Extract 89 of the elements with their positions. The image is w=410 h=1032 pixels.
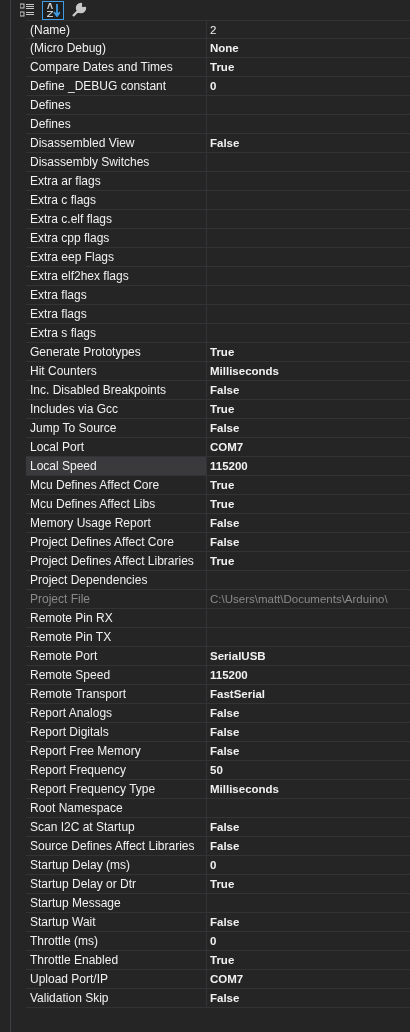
sort-az-icon — [46, 3, 60, 17]
property-value[interactable]: True — [207, 951, 410, 969]
property-name[interactable]: Extra elf2hex flags — [26, 267, 207, 285]
property-value[interactable]: False — [207, 913, 410, 931]
property-value[interactable]: COM7 — [207, 438, 410, 456]
property-value[interactable]: False — [207, 704, 410, 722]
property-value[interactable]: True — [207, 552, 410, 570]
property-name[interactable]: Extra c flags — [26, 191, 207, 209]
property-name[interactable]: Throttle (ms) — [26, 932, 207, 950]
property-value[interactable]: False — [207, 514, 410, 532]
property-value[interactable]: False — [207, 742, 410, 760]
property-value[interactable]: False — [207, 723, 410, 741]
property-name[interactable]: Extra ar flags — [26, 172, 207, 190]
property-value[interactable]: 0 — [207, 856, 410, 874]
property-name[interactable]: Mcu Defines Affect Core — [26, 476, 207, 494]
property-name[interactable]: Startup Delay or Dtr — [26, 875, 207, 893]
property-name[interactable]: Scan I2C at Startup — [26, 818, 207, 836]
property-name[interactable]: Defines — [26, 115, 207, 133]
property-name[interactable]: Throttle Enabled — [26, 951, 207, 969]
property-name[interactable]: Report Free Memory — [26, 742, 207, 760]
property-name[interactable]: Upload Port/IP — [26, 970, 207, 988]
property-value[interactable]: False — [207, 989, 410, 1007]
property-value[interactable]: False — [207, 381, 410, 399]
property-name[interactable]: Report Digitals — [26, 723, 207, 741]
property-value[interactable]: True — [207, 58, 410, 76]
property-value[interactable]: False — [207, 837, 410, 855]
property-name[interactable]: Jump To Source — [26, 419, 207, 437]
property-name[interactable]: Startup Wait — [26, 913, 207, 931]
property-name[interactable]: Local Port — [26, 438, 207, 456]
property-name[interactable]: Remote Pin RX — [26, 609, 207, 627]
property-name[interactable]: Extra c.elf flags — [26, 210, 207, 228]
property-name[interactable]: Startup Delay (ms) — [26, 856, 207, 874]
property-value[interactable]: True — [207, 495, 410, 513]
property-name[interactable]: Hit Counters — [26, 362, 207, 380]
list-icon — [20, 3, 34, 17]
property-name[interactable]: Extra eep Flags — [26, 248, 207, 266]
property-name[interactable]: Project Dependencies — [26, 571, 207, 589]
property-value[interactable]: None — [207, 39, 410, 57]
property-name[interactable]: Remote Transport — [26, 685, 207, 703]
property-name[interactable]: Inc. Disabled Breakpoints — [26, 381, 207, 399]
property-name[interactable]: Generate Prototypes — [26, 343, 207, 361]
property-value[interactable]: 0 — [207, 77, 410, 95]
property-name[interactable]: Project Defines Affect Core — [26, 533, 207, 551]
property-name[interactable]: Root Namespace — [26, 799, 207, 817]
property-name[interactable]: Extra cpp flags — [26, 229, 207, 247]
property-name[interactable]: Remote Port — [26, 647, 207, 665]
property-value[interactable]: SerialUSB — [207, 647, 410, 665]
property-name[interactable]: Defines — [26, 96, 207, 114]
property-name[interactable]: Remote Speed — [26, 666, 207, 684]
property-value[interactable]: True — [207, 875, 410, 893]
property-value[interactable]: Milliseconds — [207, 780, 410, 798]
property-name[interactable]: Includes via Gcc — [26, 400, 207, 418]
property-value[interactable]: Milliseconds — [207, 362, 410, 380]
property-name[interactable]: Extra flags — [26, 305, 207, 323]
wrench-icon — [71, 2, 87, 18]
property-name[interactable]: Extra flags — [26, 286, 207, 304]
property-name[interactable]: Define _DEBUG constant — [26, 77, 207, 95]
property-value[interactable]: False — [207, 818, 410, 836]
property-name[interactable]: Disassembled View — [26, 134, 207, 152]
property-name[interactable]: Mcu Defines Affect Libs — [26, 495, 207, 513]
property-value[interactable]: 115200 — [207, 457, 410, 475]
property-value[interactable]: False — [207, 419, 410, 437]
property-name[interactable]: Report Analogs — [26, 704, 207, 722]
property-name[interactable]: Report Frequency Type — [26, 780, 207, 798]
property-value[interactable]: 115200 — [207, 666, 410, 684]
property-value[interactable]: 50 — [207, 761, 410, 779]
property-value[interactable]: 0 — [207, 932, 410, 950]
property-value[interactable]: True — [207, 343, 410, 361]
alphabetical-button[interactable] — [42, 0, 64, 20]
property-name[interactable]: (Name) — [26, 21, 207, 38]
property-value[interactable]: COM7 — [207, 970, 410, 988]
property-name[interactable]: Memory Usage Report — [26, 514, 207, 532]
property-name[interactable]: Project Defines Affect Libraries — [26, 552, 207, 570]
property-name[interactable]: Report Frequency — [26, 761, 207, 779]
property-value[interactable]: False — [207, 134, 410, 152]
property-name[interactable]: Validation Skip — [26, 989, 207, 1007]
property-name[interactable]: (Micro Debug) — [26, 39, 207, 57]
property-name[interactable]: Disassembly Switches — [26, 153, 207, 171]
property-value[interactable]: 2 — [207, 21, 410, 38]
property-name[interactable]: Compare Dates and Times — [26, 58, 207, 76]
property-value[interactable]: False — [207, 533, 410, 551]
property-name[interactable]: Source Defines Affect Libraries — [26, 837, 207, 855]
property-value[interactable]: True — [207, 400, 410, 418]
property-name[interactable]: Local Speed — [26, 457, 207, 475]
property-value[interactable]: FastSerial — [207, 685, 410, 703]
property-name[interactable]: Extra s flags — [26, 324, 207, 342]
property-name[interactable]: Remote Pin TX — [26, 628, 207, 646]
property-value[interactable]: True — [207, 476, 410, 494]
property-name[interactable]: Startup Message — [26, 894, 207, 912]
